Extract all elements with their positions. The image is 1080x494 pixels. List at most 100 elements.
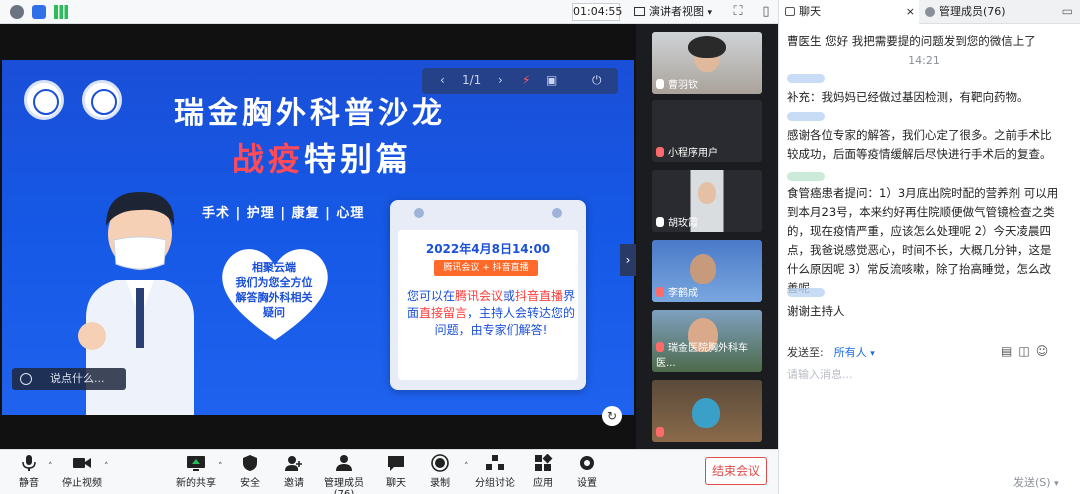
- top-bar: 01:04:55 演讲者视图 ▾ ⛶ ▯: [0, 0, 778, 24]
- hospital-logo: [24, 80, 64, 120]
- end-meeting-button[interactable]: 结束会议: [705, 457, 767, 485]
- members-button[interactable]: 管理成员(76): [316, 454, 372, 494]
- next-slide-icon[interactable]: ›: [498, 73, 503, 87]
- slide-tags: 手术 | 护理 | 康复 | 心理: [202, 206, 365, 221]
- slide-subtitle: 战疫特别篇: [232, 140, 413, 178]
- breakout-button[interactable]: 分组讨论: [474, 454, 516, 489]
- settings-button[interactable]: 设置: [574, 454, 600, 489]
- presenter-view-label: 演讲者视图: [649, 5, 704, 18]
- chat-input[interactable]: 请输入消息...: [787, 366, 853, 382]
- mute-button[interactable]: 静音: [14, 454, 44, 489]
- chevron-down-icon: ▾: [1054, 479, 1059, 489]
- bottom-toolbar: 静音 ˄ 停止视频 ˄ 新的共享 ˄ 安全 邀请 管理成员(76) 聊天 录制 …: [0, 449, 778, 494]
- members-icon: [336, 455, 352, 471]
- notice-text: 您可以在腾讯会议或抖音直播界面直接留言，主持人会转达您的问题，由专家们解答!: [406, 289, 576, 337]
- collapse-panel-icon[interactable]: ›: [620, 244, 636, 276]
- chat-messages: 曹医生 您好 我把需要提的问题发到您的微信上了 14:21 补充：我妈妈已经做过…: [779, 24, 1069, 340]
- more-icon[interactable]: ▭: [1062, 4, 1073, 18]
- share-screen-icon: [187, 456, 205, 471]
- emoji-icon[interactable]: [20, 373, 32, 385]
- members-icon: [925, 7, 935, 17]
- security-button[interactable]: 安全: [236, 454, 264, 489]
- page-indicator: 1/1: [462, 73, 482, 87]
- chat-message: 谢谢主持人: [787, 304, 845, 318]
- department-logo: [82, 80, 122, 120]
- participant-tile[interactable]: 曹羽钦: [652, 32, 762, 94]
- comment-placeholder: 说点什么...: [50, 372, 105, 385]
- chevron-down-icon: ▾: [707, 8, 713, 18]
- signal-icon[interactable]: [54, 5, 68, 19]
- sender-name: [787, 74, 825, 83]
- chevron-up-icon[interactable]: ˄: [48, 462, 53, 472]
- mic-muted-icon: [656, 147, 664, 157]
- slide: 瑞金胸外科普沙龙 战疫特别篇 手术 | 护理 | 康复 | 心理 相聚云端 我们…: [2, 60, 634, 415]
- info-icon[interactable]: [10, 5, 24, 19]
- add-user-icon: [285, 456, 302, 471]
- send-to-value[interactable]: 所有人: [834, 346, 867, 359]
- microphone-icon: [22, 455, 36, 471]
- folder-icon[interactable]: ▤: [1001, 344, 1018, 358]
- participant-list: 曹羽钦 小程序用户 胡玫霞 李鹤成 瑞金医院胸外科车医...: [636, 24, 778, 449]
- pin-icon: [552, 208, 562, 218]
- chat-tabs: 聊天 × 管理成员(76) ▭: [779, 0, 1080, 24]
- chat-message: 食管癌患者提问：1）3月底出院时配的营养剂 可以用到本月23号，本来约好再住院顺…: [787, 186, 1059, 295]
- window-icon[interactable]: ▣: [546, 73, 557, 87]
- record-button[interactable]: 录制: [426, 454, 454, 489]
- participant-tile[interactable]: 李鹤成: [652, 240, 762, 302]
- mic-icon: [656, 217, 664, 227]
- participant-tile[interactable]: [652, 380, 762, 442]
- tab-members[interactable]: 管理成员(76): [919, 0, 1059, 24]
- mic-muted-icon: [656, 342, 664, 352]
- shield-icon[interactable]: [32, 5, 46, 19]
- event-date: 2022年4月8日14:00: [425, 242, 551, 256]
- invite-button[interactable]: 邀请: [280, 454, 308, 489]
- sender-name: [787, 172, 825, 181]
- emoji-icon[interactable]: ☺: [1036, 344, 1055, 358]
- record-icon: [431, 454, 449, 472]
- chat-message: 补充：我妈妈已经做过基因检测，有靶向药物。: [787, 90, 1029, 104]
- send-to-selector[interactable]: 发送至: 所有人 ▾: [787, 344, 875, 360]
- presenter-view-dropdown[interactable]: 演讲者视图 ▾: [634, 3, 712, 21]
- rotate-icon[interactable]: ↻: [602, 406, 622, 426]
- mic-icon: [656, 79, 664, 89]
- participant-tile[interactable]: 小程序用户: [652, 100, 762, 162]
- mic-muted-icon: [656, 427, 664, 437]
- heart-text: 相聚云端 我们为您全方位 解答胸外科相关 疑问: [235, 261, 313, 319]
- participant-tile[interactable]: 胡玫霞: [652, 170, 762, 232]
- chevron-down-icon: ▾: [870, 349, 875, 359]
- gear-icon: [580, 456, 594, 470]
- sender-name: [787, 112, 825, 121]
- notice-board: 2022年4月8日14:00 腾讯会议 + 抖音直播 您可以在腾讯会议或抖音直播…: [390, 200, 586, 390]
- comment-input[interactable]: 说点什么...: [12, 368, 126, 390]
- apps-button[interactable]: 应用: [530, 454, 556, 489]
- screenshot-icon[interactable]: ◫: [1018, 344, 1035, 358]
- laser-icon[interactable]: ⚡: [522, 73, 530, 87]
- presenter-view-icon: [634, 7, 645, 16]
- participant-tile[interactable]: 瑞金医院胸外科车医...: [652, 310, 762, 372]
- sidebar-toggle-icon[interactable]: ▯: [758, 4, 774, 20]
- platform-tag: 腾讯会议 + 抖音直播: [434, 260, 538, 276]
- tab-chat[interactable]: 聊天 ×: [779, 0, 919, 24]
- chat-timestamp: 14:21: [908, 54, 940, 67]
- power-icon[interactable]: ⏻: [592, 73, 602, 88]
- chat-message: 感谢各位专家的解答，我们心定了很多。之前手术比较成功，后面等疫情缓解后尽快进行手…: [787, 128, 1052, 161]
- new-share-button[interactable]: 新的共享: [176, 454, 216, 489]
- chat-message: 曹医生 您好 我把需要提的问题发到您的微信上了: [787, 34, 1036, 48]
- camera-icon: [73, 458, 91, 468]
- prev-slide-icon[interactable]: ‹: [440, 73, 445, 87]
- chevron-up-icon[interactable]: ˄: [104, 462, 109, 472]
- slide-title: 瑞金胸外科普沙龙: [174, 96, 446, 131]
- chat-icon: [785, 7, 795, 16]
- fullscreen-icon[interactable]: ⛶: [730, 4, 746, 20]
- chat-panel: 聊天 × 管理成员(76) ▭ 曹医生 您好 我把需要提的问题发到您的微信上了 …: [778, 0, 1080, 494]
- sender-name: [787, 288, 825, 297]
- chevron-up-icon[interactable]: ˄: [464, 462, 469, 472]
- chat-button[interactable]: 聊天: [382, 454, 410, 489]
- close-icon[interactable]: ×: [906, 0, 915, 24]
- send-button[interactable]: 发送(S) ▾: [1013, 474, 1059, 490]
- shield-icon: [243, 455, 257, 471]
- stop-video-button[interactable]: 停止视频: [62, 454, 102, 489]
- chevron-up-icon[interactable]: ˄: [218, 462, 223, 472]
- slide-controls: ‹ 1/1 › ⚡ ▣ ⏻: [422, 68, 618, 94]
- breakout-icon: [486, 455, 504, 470]
